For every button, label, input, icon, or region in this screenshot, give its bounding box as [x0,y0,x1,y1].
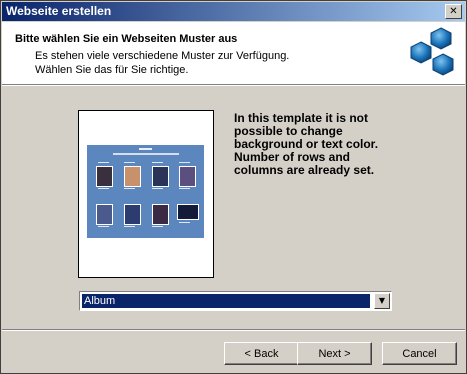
back-button[interactable]: < Back [224,342,299,365]
close-button[interactable]: ✕ [445,4,462,19]
preview-photo [124,166,141,187]
preview-caption [179,222,190,223]
preview-caption [152,162,163,163]
preview-caption [152,188,163,189]
preview-caption [152,226,163,227]
preview-photo [177,204,199,220]
template-description: In this template it is not possible to c… [234,111,379,177]
preview-photo [124,204,141,225]
template-preview [78,110,214,278]
preview-caption [124,188,135,189]
chevron-down-icon[interactable]: ▼ [374,293,390,309]
preview-caption [98,162,109,163]
template-select-value[interactable]: Album [82,294,370,308]
header-title: Bitte wählen Sie ein Webseiten Muster au… [15,33,238,45]
preview-caption [98,226,109,227]
preview-caption [179,162,190,163]
preview-subtitle-line [113,153,179,155]
preview-photo [152,204,169,225]
preview-photo [96,204,113,225]
footer-divider-highlight [2,330,465,331]
preview-photo [179,166,196,187]
template-select[interactable]: Album ▼ [79,291,392,311]
blue-hexagons-icon [410,27,454,76]
wizard-window: Webseite erstellen ✕ Bitte wählen Sie ei… [0,0,467,374]
cancel-button[interactable]: Cancel [382,342,457,365]
preview-title-line [87,148,204,150]
window-title: Webseite erstellen [6,4,112,18]
wizard-header: Bitte wählen Sie ein Webseiten Muster au… [2,22,465,85]
header-divider [2,85,465,86]
preview-caption [124,226,135,227]
title-bar[interactable]: Webseite erstellen ✕ [2,2,465,21]
album-template-thumbnail [87,145,204,238]
preview-photo [96,166,113,187]
header-subtitle-line-2: Wählen Sie das für Sie richtige. [35,64,189,76]
next-button[interactable]: Next > [297,342,372,365]
preview-caption [179,188,190,189]
preview-photo [152,166,169,187]
preview-caption [98,188,109,189]
preview-caption [124,162,135,163]
header-subtitle-line-1: Es stehen viele verschiedene Muster zur … [35,50,290,62]
